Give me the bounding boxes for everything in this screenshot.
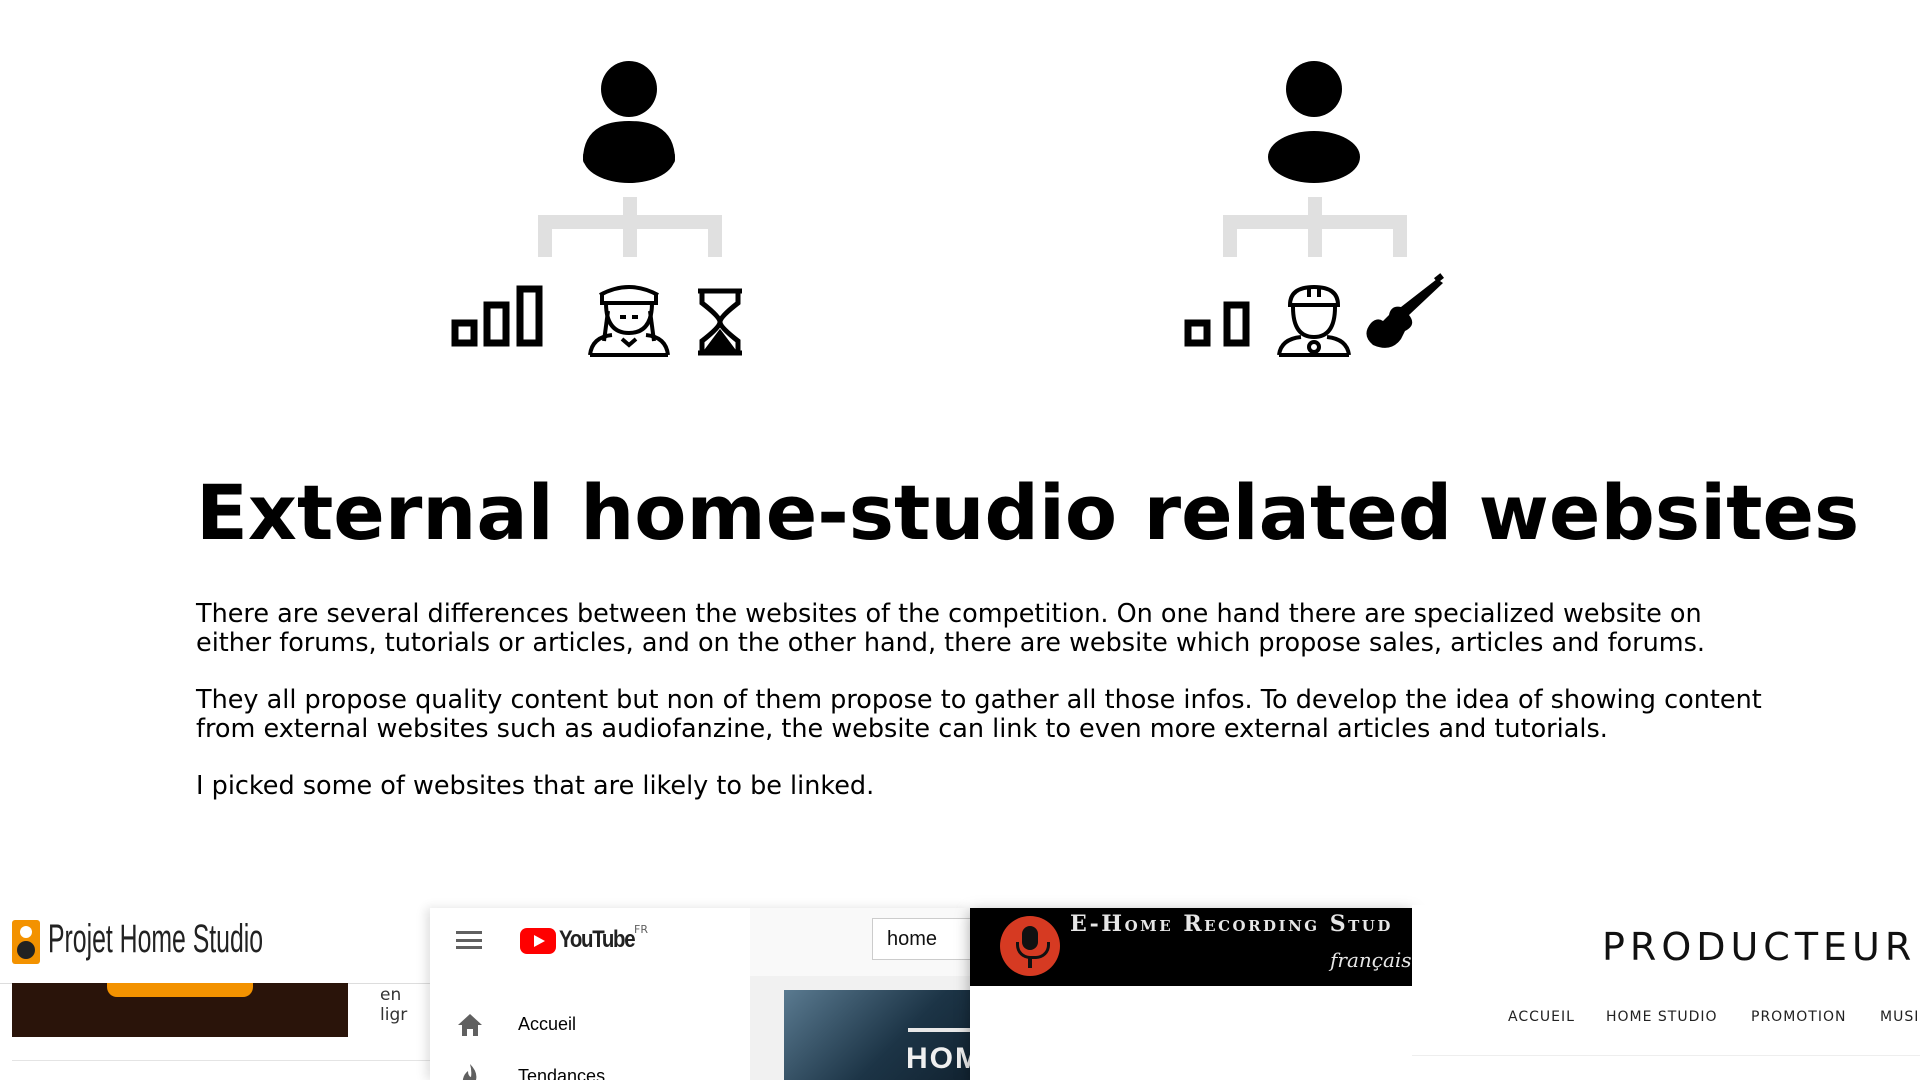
- ehome-header: E-Home Recording Stud français: [970, 908, 1412, 986]
- person-icon: [1268, 61, 1360, 183]
- youtube-video-grid: HOM: [750, 976, 970, 1080]
- nav-item-home-studio[interactable]: HOME STUDIO: [1606, 1009, 1718, 1025]
- page-title: External home-studio related websites: [196, 468, 1860, 557]
- ehome-title: E-Home Recording Stud: [1070, 911, 1393, 937]
- youtube-play-icon: [520, 928, 556, 954]
- signal-bars-icon: [451, 285, 543, 347]
- nav-item-musique[interactable]: MUSI: [1880, 1009, 1920, 1025]
- region-label: FR: [634, 923, 648, 936]
- nav-item-accueil[interactable]: ACCUEIL: [1508, 1009, 1575, 1025]
- home-icon: [458, 1014, 482, 1036]
- microphone-logo-icon: [1000, 916, 1060, 976]
- persona-diagram-1: [440, 55, 760, 365]
- youtube-topbar: home: [750, 908, 970, 976]
- language-label[interactable]: français: [1330, 948, 1412, 972]
- screenshot-ehome-recording-studio: E-Home Recording Stud français: [970, 908, 1412, 1080]
- tree-connector: [1223, 197, 1407, 257]
- banner-image: [12, 983, 348, 1037]
- projet-home-studio-logo: Projet Home Studio: [48, 917, 264, 961]
- signal-bars-icon: [1184, 301, 1250, 347]
- worker-icon: [1277, 284, 1351, 357]
- search-input[interactable]: home: [872, 918, 970, 960]
- flame-icon: [462, 1064, 477, 1080]
- thumbnail-text: HOM: [906, 1042, 970, 1075]
- paragraph-picked-websites: I picked some of websites that are likel…: [196, 771, 875, 801]
- musician-icon: [588, 285, 670, 357]
- screenshot-youtube: YouTube FR Accueil Tendances home HOM: [430, 908, 970, 1080]
- nav-item-promotion[interactable]: PROMOTION: [1751, 1009, 1846, 1025]
- youtube-wordmark: YouTube: [559, 926, 636, 953]
- screenshot-producteur: PRODUCTEUR: [1412, 905, 1920, 1080]
- youtube-sidebar: YouTube FR Accueil Tendances: [430, 908, 750, 1080]
- sidebar-item-label: Tendances: [518, 1066, 606, 1080]
- paragraph-quality-content: They all propose quality content but non…: [196, 685, 1762, 744]
- tree-connector: [538, 197, 722, 257]
- paragraph-differences: There are several differences between th…: [196, 599, 1706, 658]
- video-thumbnail[interactable]: HOM: [784, 990, 970, 1080]
- hamburger-menu-icon[interactable]: [456, 931, 482, 949]
- electric-guitar-icon: [1366, 273, 1444, 348]
- sidebar-item-tendances[interactable]: Tendances: [430, 1056, 750, 1080]
- sidebar-item-accueil[interactable]: Accueil: [430, 1004, 750, 1044]
- speaker-icon: [12, 920, 40, 964]
- sidebar-item-label: Accueil: [518, 1014, 577, 1034]
- producteur-logo[interactable]: PRODUCTEUR: [1602, 925, 1916, 969]
- person-icon: [583, 61, 675, 183]
- snippet-text: en ligr: [380, 985, 408, 1025]
- hourglass-icon: [698, 288, 742, 356]
- persona-diagram-2: [1125, 55, 1465, 365]
